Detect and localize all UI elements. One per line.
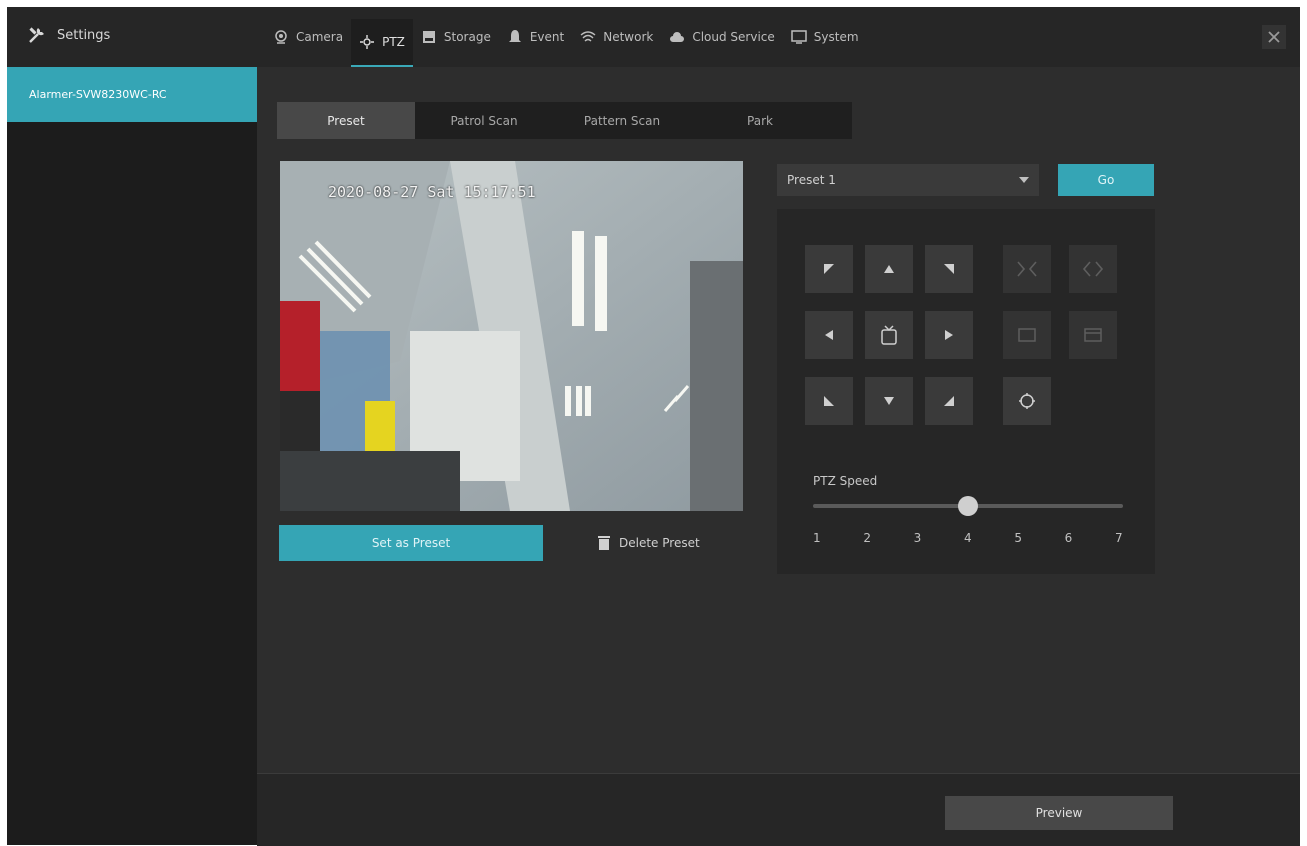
arrow-down-right-icon [944, 396, 954, 406]
main-tabs: Camera PTZ Storage Event Network Cloud S… [265, 19, 867, 67]
tab-camera-label: Camera [296, 30, 344, 44]
tab-camera[interactable]: Camera [265, 19, 351, 55]
storage-icon [422, 31, 435, 43]
delete-preset-button[interactable]: Delete Preset [597, 535, 700, 551]
tab-cloud-service[interactable]: Cloud Service [661, 19, 782, 55]
preview-button[interactable]: Preview [945, 796, 1173, 830]
event-icon [508, 30, 521, 42]
ptz-speed-tick: 2 [863, 531, 871, 545]
arrow-up-left-icon [824, 264, 834, 274]
footer-bar: Preview [257, 773, 1300, 846]
focus-near-button[interactable] [1003, 311, 1051, 359]
settings-tools-icon [29, 27, 44, 43]
arrow-up-right-icon [944, 264, 954, 274]
settings-title: Settings [57, 27, 111, 43]
up-left-button[interactable] [805, 245, 853, 293]
arrow-up-icon [884, 265, 894, 273]
subtab-preset[interactable]: Preset [277, 102, 415, 139]
focus-far-button[interactable] [1069, 311, 1117, 359]
tab-ptz[interactable]: PTZ [351, 19, 413, 67]
tab-event-label: Event [529, 30, 565, 44]
ptz-speed-tick: 3 [913, 531, 922, 545]
zoom-out-button[interactable] [1069, 245, 1117, 293]
device-sidebar: Alarmer-SVW8230WC-RC [7, 67, 257, 845]
arrow-down-left-icon [824, 396, 834, 406]
tab-event[interactable]: Event [499, 19, 572, 55]
video-timestamp: 2020-08-27 Sat 15:17:51 [328, 183, 536, 201]
arrow-left-icon [825, 330, 833, 340]
ptz-speed-tick: 5 [1014, 531, 1022, 545]
up-right-button[interactable] [925, 245, 973, 293]
ptz-speed-slider-thumb[interactable] [958, 496, 978, 516]
tab-ptz-label: PTZ [382, 35, 405, 49]
down-button[interactable] [865, 377, 913, 425]
subtab-pattern-scan[interactable]: Pattern Scan [553, 102, 691, 139]
tab-network[interactable]: Network [572, 19, 661, 55]
zoom-in-button[interactable] [1003, 245, 1051, 293]
zoom-in-icon [1017, 261, 1037, 277]
close-button[interactable] [1262, 25, 1286, 49]
camera-icon [275, 30, 287, 44]
ptz-speed-tick: 1 [813, 531, 821, 545]
sidebar-item-device[interactable]: Alarmer-SVW8230WC-RC [7, 67, 257, 122]
ptz-speed-tick: 6 [1064, 531, 1073, 545]
tab-system[interactable]: System [783, 19, 867, 55]
close-icon [1268, 31, 1280, 43]
trash-icon [598, 536, 610, 550]
ptz-speed-label: PTZ Speed [813, 474, 878, 488]
right-button[interactable] [925, 311, 973, 359]
home-icon [881, 325, 897, 345]
ptz-speed-tick: 7 [1115, 531, 1123, 545]
ptz-control-panel: PTZ Speed 1 2 3 4 5 6 7 [777, 209, 1155, 574]
chevron-down-icon [1019, 177, 1029, 183]
preset-dropdown-value: Preset 1 [787, 173, 836, 187]
arrow-down-icon [884, 397, 894, 405]
ptz-speed-tick: 4 [964, 531, 972, 545]
left-button[interactable] [805, 311, 853, 359]
live-video-preview[interactable]: 2020-08-27 Sat 15:17:51 [280, 161, 743, 511]
focus-far-icon [1084, 328, 1102, 342]
camera-feed-image [280, 161, 743, 511]
focus-near-icon [1018, 328, 1036, 342]
down-right-button[interactable] [925, 377, 973, 425]
auto-focus-icon [1019, 393, 1035, 409]
system-icon [791, 30, 807, 44]
ptz-icon [360, 35, 375, 49]
ptz-settings-panel: Preset Patrol Scan Pattern Scan Park 202… [257, 67, 1300, 846]
cloud-icon [670, 32, 685, 42]
arrow-right-icon [945, 330, 953, 340]
home-button[interactable] [865, 311, 913, 359]
tab-cloud-service-label: Cloud Service [692, 30, 775, 44]
up-button[interactable] [865, 245, 913, 293]
subtab-park[interactable]: Park [691, 102, 829, 139]
auto-focus-button[interactable] [1003, 377, 1051, 425]
down-left-button[interactable] [805, 377, 853, 425]
ptz-subtabs: Preset Patrol Scan Pattern Scan Park [277, 102, 852, 139]
set-preset-button[interactable]: Set as Preset [279, 525, 543, 561]
tab-storage-label: Storage [443, 30, 491, 44]
tab-storage[interactable]: Storage [413, 19, 499, 55]
tab-system-label: System [813, 30, 859, 44]
settings-window: Settings Camera PTZ Storage Event Networ… [7, 7, 1300, 846]
network-icon [580, 31, 596, 42]
go-to-preset-button[interactable]: Go [1058, 164, 1154, 196]
zoom-out-icon [1082, 261, 1104, 277]
delete-preset-label: Delete Preset [619, 536, 700, 550]
subtab-patrol-scan[interactable]: Patrol Scan [415, 102, 553, 139]
preset-dropdown[interactable]: Preset 1 [777, 164, 1039, 196]
tab-network-label: Network [603, 30, 654, 44]
settings-brand: Settings [27, 25, 110, 45]
top-navigation-bar: Settings Camera PTZ Storage Event Networ… [7, 7, 1300, 67]
